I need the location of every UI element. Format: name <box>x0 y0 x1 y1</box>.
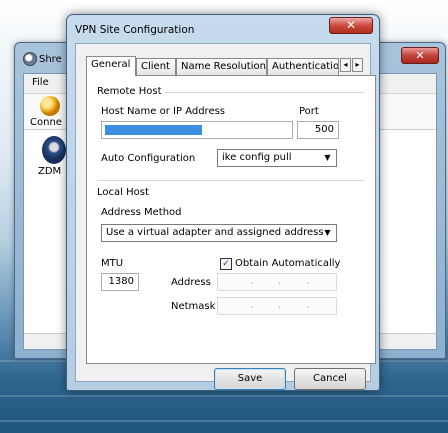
local-host-group-label: Local Host <box>97 187 149 198</box>
remote-host-group-label: Remote Host <box>97 86 162 97</box>
host-name-label: Host Name or IP Address <box>101 106 226 117</box>
port-input[interactable]: 500 <box>297 121 339 139</box>
ip-separator: . <box>278 300 282 311</box>
host-name-input[interactable] <box>101 121 293 139</box>
tab-client[interactable]: Client <box>136 58 176 75</box>
tab-general[interactable]: General <box>86 56 136 76</box>
background-close-button[interactable]: ✕ <box>401 47 439 64</box>
background-wave <box>0 420 448 422</box>
auto-configuration-select[interactable]: ike config pull ▼ <box>217 149 337 167</box>
tab-scroll-left-icon[interactable]: ◂ <box>340 58 351 72</box>
general-tab-page: Remote Host Host Name or IP Address Port… <box>86 75 376 364</box>
dialog-title: VPN Site Configuration <box>75 24 195 36</box>
vpn-site-configuration-dialog: VPN Site Configuration ✕ General Client … <box>66 14 380 391</box>
mtu-input[interactable]: 1380 <box>101 273 139 291</box>
dialog-client-area: General Client Name Resolution Authentic… <box>75 43 376 390</box>
port-label: Port <box>299 106 319 117</box>
dialog-close-button[interactable]: ✕ <box>329 17 373 34</box>
group-divider <box>97 180 365 181</box>
background-wave <box>0 395 448 397</box>
save-button[interactable]: Save <box>214 368 286 390</box>
netmask-ip-input[interactable]: . . . <box>217 297 337 315</box>
address-method-label: Address Method <box>101 207 182 218</box>
host-name-selection-highlight <box>105 125 202 135</box>
ip-separator: . <box>306 276 310 287</box>
tab-strip: General Client Name Resolution Authentic… <box>86 56 376 76</box>
tab-authentication[interactable]: Authenticatio <box>267 58 339 75</box>
group-divider <box>165 92 365 93</box>
chevron-down-icon: ▼ <box>324 153 331 162</box>
dialog-titlebar[interactable]: VPN Site Configuration ✕ <box>67 15 379 43</box>
obtain-automatically-checkbox[interactable]: ✓ <box>220 258 232 270</box>
auto-configuration-value: ike config pull <box>222 152 292 163</box>
auto-configuration-label: Auto Configuration <box>101 153 196 164</box>
background-window-title: Shre <box>39 54 62 65</box>
ip-separator: . <box>306 300 310 311</box>
address-method-select[interactable]: Use a virtual adapter and assigned addre… <box>101 224 337 242</box>
vpn-site-icon[interactable] <box>42 136 66 164</box>
address-label: Address <box>171 277 211 288</box>
cancel-button[interactable]: Cancel <box>294 368 366 390</box>
address-ip-input[interactable]: . . . <box>217 273 337 291</box>
tab-name-resolution[interactable]: Name Resolution <box>176 58 267 75</box>
connect-icon[interactable] <box>40 96 60 116</box>
app-icon <box>23 52 37 66</box>
ip-separator: . <box>278 276 282 287</box>
netmask-label: Netmask <box>171 301 216 312</box>
site-list-item-label[interactable]: ZDM <box>38 166 61 177</box>
ip-separator: . <box>250 276 254 287</box>
ip-separator: . <box>250 300 254 311</box>
obtain-automatically-label[interactable]: Obtain Automatically <box>235 258 340 269</box>
address-method-value: Use a virtual adapter and assigned addre… <box>106 227 324 238</box>
tab-scroll-right-icon[interactable]: ▸ <box>352 58 363 72</box>
chevron-down-icon: ▼ <box>324 228 331 237</box>
connect-button-label[interactable]: Conne <box>30 117 62 128</box>
menu-file[interactable]: File <box>32 77 49 88</box>
mtu-label: MTU <box>101 258 124 269</box>
